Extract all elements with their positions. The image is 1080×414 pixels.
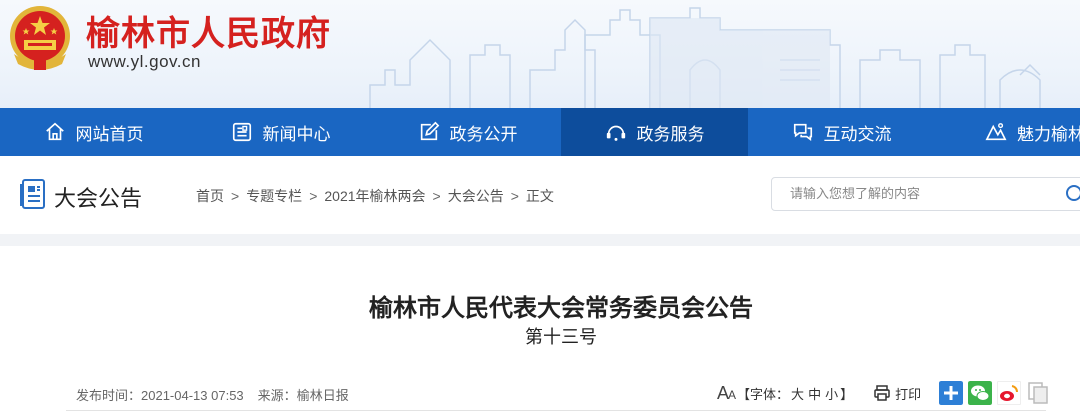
breadcrumb-separator: > xyxy=(432,188,441,204)
copy-icon[interactable] xyxy=(1026,381,1050,405)
nav-item-label: 政务公开 xyxy=(449,124,518,144)
breadcrumb-special-topics[interactable]: 专题专栏 xyxy=(246,188,302,204)
nav-item-interaction[interactable]: 互动交流 xyxy=(748,108,935,156)
landscape-icon xyxy=(985,123,1007,141)
search-input[interactable] xyxy=(790,186,1050,201)
share-plus-icon[interactable] xyxy=(939,381,964,405)
font-size-large[interactable]: 大 xyxy=(791,384,804,403)
breadcrumb-separator: > xyxy=(309,188,318,204)
site-title: 榆林市人民政府 xyxy=(86,14,331,54)
nav-item-home[interactable]: 网站首页 xyxy=(0,108,187,156)
home-icon xyxy=(45,122,64,141)
nav-item-government-services[interactable]: 政务服务 xyxy=(561,108,748,156)
edit-icon xyxy=(420,121,439,141)
font-size-label: 【字体： xyxy=(737,386,790,402)
breadcrumb-announcements[interactable]: 大会公告 xyxy=(448,188,504,204)
breadcrumb-separator: > xyxy=(231,188,240,204)
article-title: 榆林市人民代表大会常务委员会公告 xyxy=(369,294,753,322)
nav-item-label: 新闻中心 xyxy=(262,124,331,144)
nav-item-label: 网站首页 xyxy=(75,124,144,144)
meta-divider xyxy=(66,410,1046,411)
breadcrumb-two-sessions[interactable]: 2021年榆林两会 xyxy=(324,188,425,204)
chat-icon xyxy=(793,123,812,141)
weibo-icon[interactable] xyxy=(997,381,1022,405)
breadcrumb-separator: > xyxy=(510,188,519,204)
published-label: 发布时间： xyxy=(76,388,142,403)
newspaper-icon xyxy=(232,122,251,142)
nav-item-charm-yulin[interactable]: 魅力榆林 xyxy=(935,108,1080,156)
search-box xyxy=(771,177,1080,211)
source-label: 来源： xyxy=(257,388,297,403)
site-header: 榆林市人民政府 www.yl.gov.cn xyxy=(0,0,1080,108)
published-time: 2021-04-13 07:53 xyxy=(141,388,244,403)
breadcrumb-home[interactable]: 首页 xyxy=(196,188,224,204)
city-skyline-illustration xyxy=(369,7,1041,108)
font-size-icon: AA xyxy=(717,382,736,403)
source-value: 榆林日报 xyxy=(296,388,349,403)
document-icon xyxy=(20,179,45,209)
main-navigation: 网站首页 新闻中心 政务公开 政务服务 互动交流 魅力榆林 xyxy=(0,108,1080,156)
wechat-icon[interactable] xyxy=(968,381,993,405)
nav-item-open-government[interactable]: 政务公开 xyxy=(374,108,561,156)
print-icon[interactable] xyxy=(873,384,891,402)
section-divider xyxy=(0,234,1080,246)
breadcrumb-current: 正文 xyxy=(525,188,554,204)
font-size-small[interactable]: 小 xyxy=(825,384,838,403)
site-url: www.yl.gov.cn xyxy=(88,52,201,71)
font-size-label-end: 】 xyxy=(840,386,854,402)
print-button[interactable]: 打印 xyxy=(895,384,921,403)
nav-item-news[interactable]: 新闻中心 xyxy=(187,108,374,156)
nav-item-label: 政务服务 xyxy=(636,124,705,144)
nav-item-label: 互动交流 xyxy=(823,124,892,144)
font-size-medium[interactable]: 中 xyxy=(808,384,821,403)
section-title: 大会公告 xyxy=(54,186,143,211)
service-icon xyxy=(606,125,625,141)
article-subtitle: 第十三号 xyxy=(525,327,597,347)
nav-item-label: 魅力榆林 xyxy=(1017,124,1080,144)
search-icon[interactable] xyxy=(1064,183,1080,205)
article-meta: 发布时间：2021-04-13 07:53 来源：榆林日报 xyxy=(76,385,349,404)
article-tools: AA 【字体： 大 中 小 】 打印 xyxy=(717,380,1055,406)
breadcrumb: 首页 > 专题专栏 >2021年榆林两会 > 大会公告 > 正文 xyxy=(196,186,554,206)
national-emblem-logo xyxy=(10,6,70,70)
